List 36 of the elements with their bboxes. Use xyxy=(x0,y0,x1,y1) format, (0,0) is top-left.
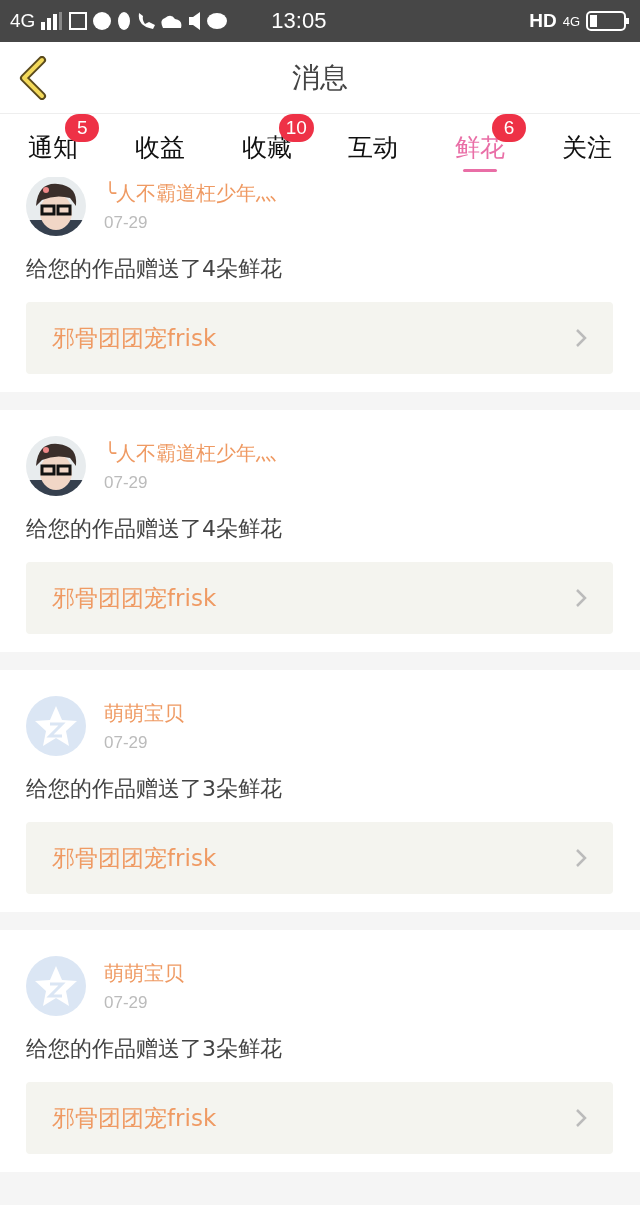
star-avatar-icon xyxy=(26,696,86,756)
clock: 13:05 xyxy=(271,8,328,34)
chevron-right-icon xyxy=(575,848,587,868)
battery-icon xyxy=(586,11,630,31)
work-link[interactable]: 邪骨团团宠frisk xyxy=(26,1082,613,1154)
work-link[interactable]: 邪骨团团宠frisk xyxy=(26,822,613,894)
chevron-right-icon xyxy=(575,1108,587,1128)
speaker-icon xyxy=(189,12,202,30)
hd-label: HD xyxy=(529,10,557,32)
signal-icon xyxy=(41,12,64,30)
message-date: 07-29 xyxy=(104,472,149,493)
message-text: 给您的作品赠送了4朵鲜花 xyxy=(26,515,283,543)
network-label: 4G xyxy=(10,10,36,32)
message-text: 给您的作品赠送了3朵鲜花 xyxy=(26,1035,283,1063)
user-name[interactable]: 萌萌宝贝 xyxy=(104,959,184,987)
phone-icon xyxy=(137,12,156,30)
message-date: 07-29 xyxy=(104,732,149,753)
network-label: 4G xyxy=(562,13,580,29)
star-avatar-icon xyxy=(26,956,86,1016)
tab[interactable]: 互动 xyxy=(320,114,427,177)
user-name[interactable]: ╰人不霸道枉少年灬 xyxy=(104,179,277,207)
message-text: 给您的作品赠送了3朵鲜花 xyxy=(26,775,283,803)
back-icon xyxy=(18,55,48,100)
user-name[interactable]: 萌萌宝贝 xyxy=(104,699,184,727)
message-date: 07-29 xyxy=(104,212,149,233)
tab[interactable]: 收益 xyxy=(106,114,214,177)
message-date: 07-29 xyxy=(104,992,149,1013)
tab[interactable]: 关注 xyxy=(533,114,640,177)
user-name[interactable]: ╰人不霸道枉少年灬 xyxy=(104,439,277,467)
chevron-right-icon xyxy=(575,588,587,608)
chevron-right-icon xyxy=(575,328,587,348)
cloud-icon xyxy=(161,13,184,29)
work-link[interactable]: 邪骨团团宠frisk xyxy=(26,302,613,374)
page-title: 消息 xyxy=(292,59,348,96)
work-link[interactable]: 邪骨团团宠frisk xyxy=(26,562,613,634)
message-text: 给您的作品赠送了4朵鲜花 xyxy=(26,255,283,283)
